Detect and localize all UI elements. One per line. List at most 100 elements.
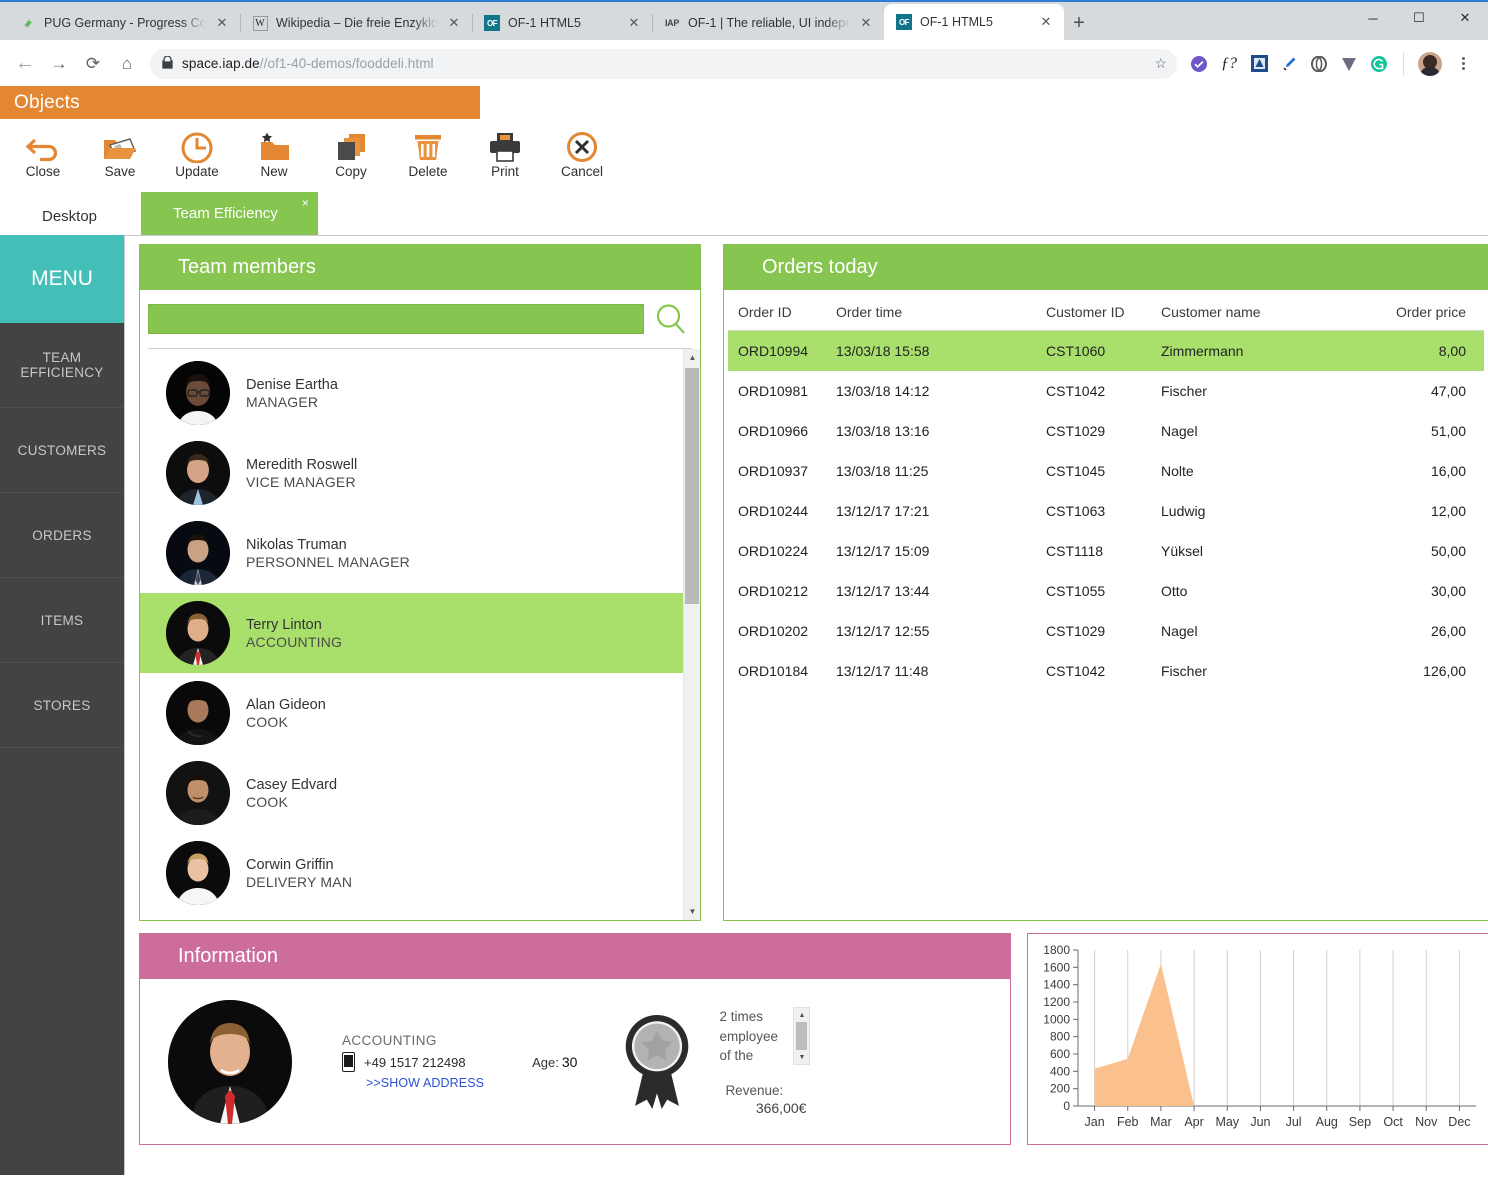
browser-tab-3[interactable]: OF OF-1 HTML5 ✕: [472, 6, 652, 40]
list-item[interactable]: Casey Edvard COOK: [140, 753, 683, 833]
browser-tab-1[interactable]: PUG Germany - Progress Commu ✕: [8, 6, 240, 40]
table-row-selected[interactable]: ORD10994 13/03/18 15:58 CST1060 Zimmerma…: [728, 330, 1484, 371]
tab-team-efficiency[interactable]: Team Efficiency ×: [141, 192, 318, 235]
grammarly-icon[interactable]: [1369, 54, 1389, 74]
column-order-time[interactable]: Order time: [826, 298, 1036, 331]
close-icon[interactable]: ✕: [858, 15, 874, 31]
formula-icon[interactable]: ƒ?: [1219, 54, 1239, 74]
update-button[interactable]: Update: [168, 127, 226, 179]
close-icon[interactable]: ×: [302, 196, 309, 210]
new-tab-button[interactable]: +: [1064, 6, 1094, 40]
bookmark-star-icon[interactable]: ☆: [1154, 55, 1167, 72]
reload-icon[interactable]: ⟳: [76, 47, 110, 81]
list-item[interactable]: Nikolas Truman PERSONNEL MANAGER: [140, 513, 683, 593]
browser-tab-5-active[interactable]: OF OF-1 HTML5 ✕: [884, 4, 1064, 40]
column-order-price[interactable]: Order price: [1366, 298, 1484, 331]
sidebar-item-stores[interactable]: STORES: [0, 663, 124, 748]
close-icon[interactable]: ✕: [626, 15, 642, 31]
menu-header[interactable]: MENU: [0, 235, 124, 323]
copy-button[interactable]: Copy: [322, 127, 380, 179]
sidebar-item-team-efficiency[interactable]: TEAM EFFICIENCY: [0, 323, 124, 408]
back-icon[interactable]: ←: [8, 47, 42, 81]
open-folder-icon: [102, 127, 138, 163]
sidebar-item-items[interactable]: ITEMS: [0, 578, 124, 663]
office-icon[interactable]: [1249, 54, 1269, 74]
tab-strip: PUG Germany - Progress Commu ✕ W Wikiped…: [8, 2, 1094, 40]
cell-order-time: 13/12/17 12:55: [836, 623, 930, 639]
scroll-down-icon[interactable]: ▼: [684, 903, 700, 920]
new-button[interactable]: New: [245, 127, 303, 179]
cancel-button[interactable]: Cancel: [553, 127, 611, 179]
award-medal-container: [583, 998, 693, 1126]
opera-icon[interactable]: [1309, 54, 1329, 74]
address-bar[interactable]: space.iap.de//of1-40-demos/fooddeli.html…: [150, 48, 1177, 79]
table-row[interactable]: ORD10966 13/03/18 13:16 CST1029 Nagel 51…: [728, 411, 1484, 451]
column-customer-id[interactable]: Customer ID: [1036, 298, 1151, 331]
home-icon[interactable]: ⌂: [110, 47, 144, 81]
tab-title: Wikipedia – Die freie Enzyklopädi: [276, 16, 438, 30]
scroll-up-icon[interactable]: ▲: [684, 349, 700, 366]
award-info: 2 times employee of the ▲ ▼ Revenue: 366…: [699, 1007, 811, 1116]
vivaldi-icon[interactable]: [1339, 54, 1359, 74]
sidebar-item-orders[interactable]: ORDERS: [0, 493, 124, 578]
svg-text:Jul: Jul: [1286, 1115, 1302, 1129]
table-row[interactable]: ORD10212 13/12/17 13:44 CST1055 Otto 30,…: [728, 571, 1484, 611]
eyedropper-icon[interactable]: [1279, 54, 1299, 74]
cell-order-id: ORD10202: [738, 623, 809, 639]
show-address-link[interactable]: >>SHOW ADDRESS: [342, 1076, 484, 1090]
table-row[interactable]: ORD10937 13/03/18 11:25 CST1045 Nolte 16…: [728, 451, 1484, 491]
delete-button[interactable]: Delete: [399, 127, 457, 179]
information-body: ACCOUNTING +49 1517 212498 >>SHOW ADDRES…: [140, 979, 1010, 1144]
monthly-revenue-area-chart[interactable]: 0 200 400 600 800 1000 1200 1400 1600 1800 Jan Feb M…: [1032, 940, 1484, 1138]
list-item[interactable]: Denise Eartha MANAGER: [140, 353, 683, 433]
minimize-button[interactable]: ─: [1350, 2, 1396, 34]
member-text: Nikolas Truman PERSONNEL MANAGER: [246, 537, 410, 570]
tab-title: OF-1 | The reliable, UI independe: [688, 16, 850, 30]
browser-tab-4[interactable]: IAP OF-1 | The reliable, UI independe ✕: [652, 6, 884, 40]
browser-tab-2[interactable]: W Wikipedia – Die freie Enzyklopädi ✕: [240, 6, 472, 40]
cell-customer-id: CST1118: [1046, 543, 1104, 559]
table-row[interactable]: ORD10184 13/12/17 11:48 CST1042 Fischer …: [728, 651, 1484, 691]
scroll-up-icon[interactable]: ▲: [794, 1008, 809, 1022]
close-button[interactable]: Close: [14, 127, 72, 179]
list-item[interactable]: Meredith Roswell VICE MANAGER: [140, 433, 683, 513]
bottom-panels-row: Information ACCOUNTING +49 1517 212498 >…: [139, 933, 1488, 1145]
list-item[interactable]: Corwin Griffin DELIVERY MAN: [140, 833, 683, 913]
table-row[interactable]: ORD10202 13/12/17 12:55 CST1029 Nagel 26…: [728, 611, 1484, 651]
forward-icon[interactable]: →: [42, 47, 76, 81]
list-item-selected[interactable]: Terry Linton ACCOUNTING: [140, 593, 683, 673]
scrollbar-thumb[interactable]: [685, 368, 699, 604]
svg-text:Jun: Jun: [1250, 1115, 1270, 1129]
window-close-button[interactable]: ✕: [1442, 2, 1488, 34]
sidebar-item-customers[interactable]: CUSTOMERS: [0, 408, 124, 493]
print-button[interactable]: Print: [476, 127, 534, 179]
close-icon[interactable]: ✕: [214, 15, 230, 31]
table-row[interactable]: ORD10224 13/12/17 15:09 CST1118 Yüksel 5…: [728, 531, 1484, 571]
search-icon[interactable]: [650, 302, 692, 336]
award-scrollbar[interactable]: ▲ ▼: [793, 1007, 811, 1066]
close-icon[interactable]: ✕: [446, 15, 462, 31]
svg-text:1000: 1000: [1043, 1012, 1070, 1026]
member-role: COOK: [246, 793, 289, 810]
tab-desktop[interactable]: Desktop: [24, 198, 115, 235]
search-input[interactable]: [148, 304, 644, 334]
scrollbar-thumb[interactable]: [796, 1022, 808, 1051]
member-name: Alan Gideon: [246, 696, 326, 713]
team-list-scrollbar[interactable]: ▲ ▼: [683, 349, 700, 920]
kebab-menu-icon[interactable]: [1452, 57, 1474, 70]
profile-avatar[interactable]: [1418, 51, 1442, 76]
maximize-button[interactable]: ☐: [1396, 2, 1442, 34]
department-label: ACCOUNTING: [342, 1033, 437, 1048]
scroll-down-icon[interactable]: ▼: [794, 1050, 809, 1064]
new-folder-icon: [256, 127, 292, 163]
save-button[interactable]: Save: [91, 127, 149, 179]
close-icon[interactable]: ✕: [1038, 14, 1054, 30]
column-order-id[interactable]: Order ID: [728, 298, 826, 331]
svg-text:Feb: Feb: [1117, 1115, 1139, 1129]
column-customer-name[interactable]: Customer name: [1151, 298, 1366, 331]
shield-check-icon[interactable]: [1189, 54, 1209, 74]
cell-customer-id: CST1060: [1036, 330, 1151, 371]
list-item[interactable]: Alan Gideon COOK: [140, 673, 683, 753]
table-row[interactable]: ORD10981 13/03/18 14:12 CST1042 Fischer …: [728, 371, 1484, 411]
table-row[interactable]: ORD10244 13/12/17 17:21 CST1063 Ludwig 1…: [728, 491, 1484, 531]
